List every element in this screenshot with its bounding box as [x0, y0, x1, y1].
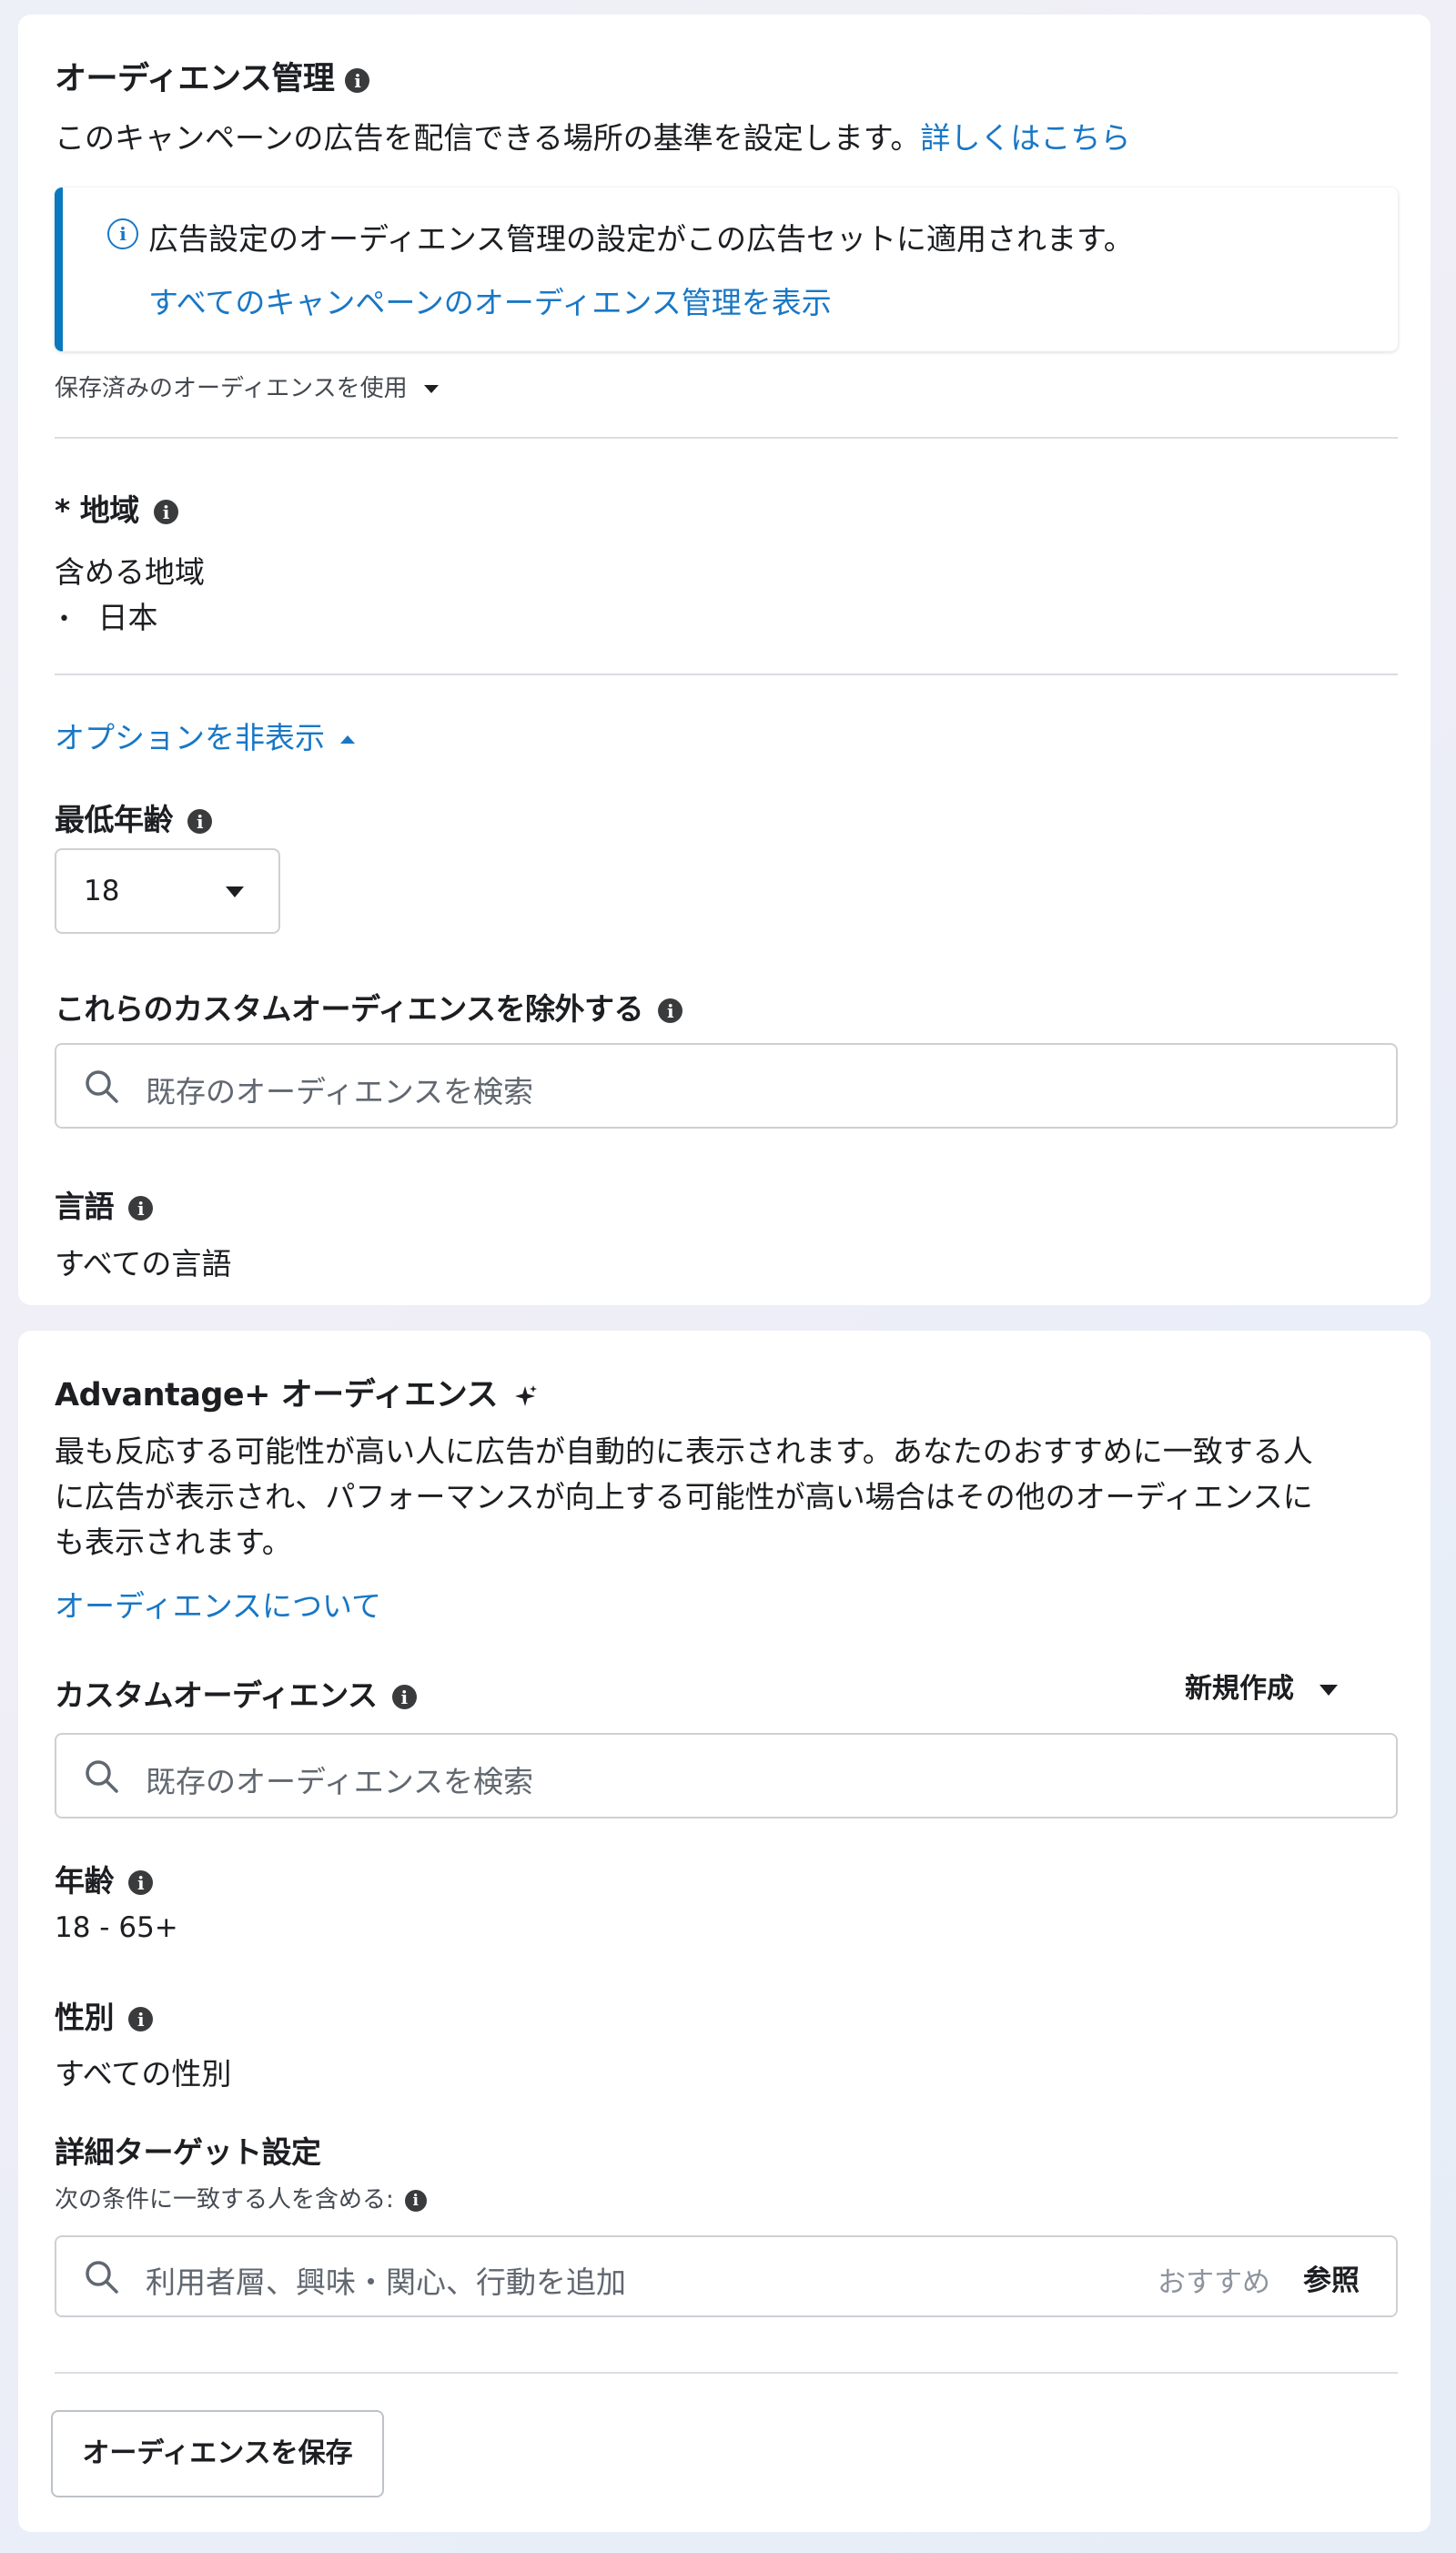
gender-heading: 性別 i	[55, 1993, 153, 2037]
custom-audience-label: カスタムオーディエンス	[55, 1677, 378, 1713]
detailed-targeting-sublabel: 次の条件に一致する人を含める:	[55, 2186, 394, 2214]
search-placeholder: 既存のオーディエンスを検索	[146, 1764, 534, 1799]
suggestions-link[interactable]: おすすめ	[1158, 2259, 1270, 2300]
age-value: 18 - 65+	[55, 1911, 178, 1944]
audience-control-heading: オーディエンス管理 i	[55, 53, 370, 99]
chevron-down-icon	[1320, 1684, 1339, 1696]
advantage-heading: Advantage+ オーディエンス	[55, 1369, 538, 1415]
detailed-targeting-search-input[interactable]: 利用者層、興味・関心、行動を追加 おすすめ 参照	[55, 2235, 1398, 2317]
detailed-targeting-subheading: 次の条件に一致する人を含める: i	[55, 2181, 427, 2214]
min-age-select[interactable]: 18	[55, 848, 280, 934]
gender-label: 性別	[55, 2000, 115, 2035]
age-label: 年齢	[55, 1863, 115, 1899]
exclude-audience-search-input[interactable]: 既存のオーディエンスを検索	[55, 1043, 1398, 1129]
description-line: に広告が表示され、パフォーマンスが向上する可能性が高い場合はその他のオーディエン…	[55, 1479, 1313, 1515]
info-icon[interactable]: i	[391, 1685, 417, 1709]
min-age-label: 最低年齢	[55, 802, 174, 837]
custom-audience-heading: カスタムオーディエンス i	[55, 1671, 417, 1715]
divider	[55, 2372, 1398, 2374]
sparkle-icon	[514, 1385, 537, 1406]
learn-more-link[interactable]: 詳しくはこちら	[920, 120, 1130, 156]
search-icon	[86, 1760, 118, 1793]
audience-control-title: オーディエンス管理	[55, 61, 335, 97]
chevron-up-icon	[339, 735, 355, 744]
search-icon	[86, 1070, 118, 1103]
browse-link[interactable]: 参照	[1303, 2257, 1360, 2298]
info-icon[interactable]: i	[345, 67, 370, 93]
language-label: 言語	[55, 1189, 115, 1224]
location-item-label: 日本	[97, 600, 158, 635]
info-outline-icon: i	[107, 218, 138, 249]
included-locations-label: 含める地域	[55, 554, 205, 590]
info-icon[interactable]: i	[128, 1870, 153, 1895]
save-audience-button[interactable]: オーディエンスを保存	[51, 2410, 384, 2497]
divider	[55, 437, 1398, 439]
view-all-audience-controls-link[interactable]: すべてのキャンペーンのオーディエンス管理を表示	[148, 279, 832, 322]
saved-audience-label: 保存済みのオーディエンスを使用	[55, 375, 408, 402]
chevron-down-icon	[226, 886, 244, 897]
bullet: •	[58, 608, 70, 631]
min-age-value: 18	[84, 875, 120, 907]
divider	[55, 674, 1398, 675]
info-icon[interactable]: i	[404, 2189, 427, 2212]
language-value: すべての言語	[55, 1246, 232, 1282]
info-icon[interactable]: i	[128, 1196, 153, 1221]
info-icon[interactable]: i	[153, 500, 178, 524]
location-label: * 地域	[55, 492, 139, 528]
settings-notice: i 広告設定のオーディエンス管理の設定がこの広告セットに適用されます。 すべての…	[55, 187, 1398, 351]
custom-audience-search-input[interactable]: 既存のオーディエンスを検索	[55, 1733, 1398, 1819]
saved-audience-dropdown[interactable]: 保存済みのオーディエンスを使用	[55, 370, 439, 403]
info-icon[interactable]: i	[658, 998, 683, 1023]
language-heading: 言語 i	[55, 1182, 153, 1226]
info-icon[interactable]: i	[128, 2007, 153, 2031]
info-icon[interactable]: i	[187, 809, 212, 834]
create-new-dropdown[interactable]: 新規作成	[1185, 1666, 1339, 1706]
search-placeholder: 利用者層、興味・関心、行動を追加	[146, 2264, 626, 2300]
about-audience-link[interactable]: オーディエンスについて	[55, 1582, 381, 1626]
gender-value: すべての性別	[55, 2056, 232, 2092]
exclude-custom-label: これらのカスタムオーディエンスを除外する	[55, 991, 644, 1027]
audience-control-description: このキャンペーンの広告を配信できる場所の基準を設定します。	[55, 120, 921, 156]
description-line: も表示されます。	[55, 1525, 292, 1560]
location-heading: * 地域 i	[55, 486, 178, 530]
hide-options-link[interactable]: オプションを非表示	[55, 714, 355, 757]
search-placeholder: 既存のオーディエンスを検索	[146, 1074, 534, 1109]
description-line: 最も反応する可能性が高い人に広告が自動的に表示されます。あなたのおすすめに一致す…	[55, 1434, 1313, 1469]
notice-text: 広告設定のオーディエンス管理の設定がこの広告セットに適用されます。	[148, 221, 1134, 257]
search-icon	[86, 2261, 118, 2294]
age-heading: 年齢 i	[55, 1857, 153, 1900]
exclude-custom-heading: これらのカスタムオーディエンスを除外する i	[55, 985, 683, 1028]
advantage-title: Advantage+ オーディエンス	[55, 1377, 499, 1413]
min-age-heading: 最低年齢 i	[55, 795, 212, 839]
chevron-down-icon	[423, 385, 439, 393]
advantage-audience-card: Advantage+ オーディエンス 最も反応する可能性が高い人に広告が自動的に…	[18, 1331, 1431, 2532]
audience-control-description-row: このキャンペーンの広告を配信できる場所の基準を設定します。詳しくはこちら	[55, 114, 1130, 157]
advantage-description: 最も反応する可能性が高い人に広告が自動的に表示されます。あなたのおすすめに一致す…	[55, 1429, 1313, 1565]
audience-control-card: オーディエンス管理 i このキャンペーンの広告を配信できる場所の基準を設定します。…	[18, 15, 1431, 1305]
hide-options-label: オプションを非表示	[55, 720, 325, 755]
detailed-targeting-label: 詳細ターゲット設定	[55, 2134, 321, 2170]
create-new-label: 新規作成	[1185, 1673, 1294, 1705]
location-list-item: • 日本	[58, 593, 157, 637]
